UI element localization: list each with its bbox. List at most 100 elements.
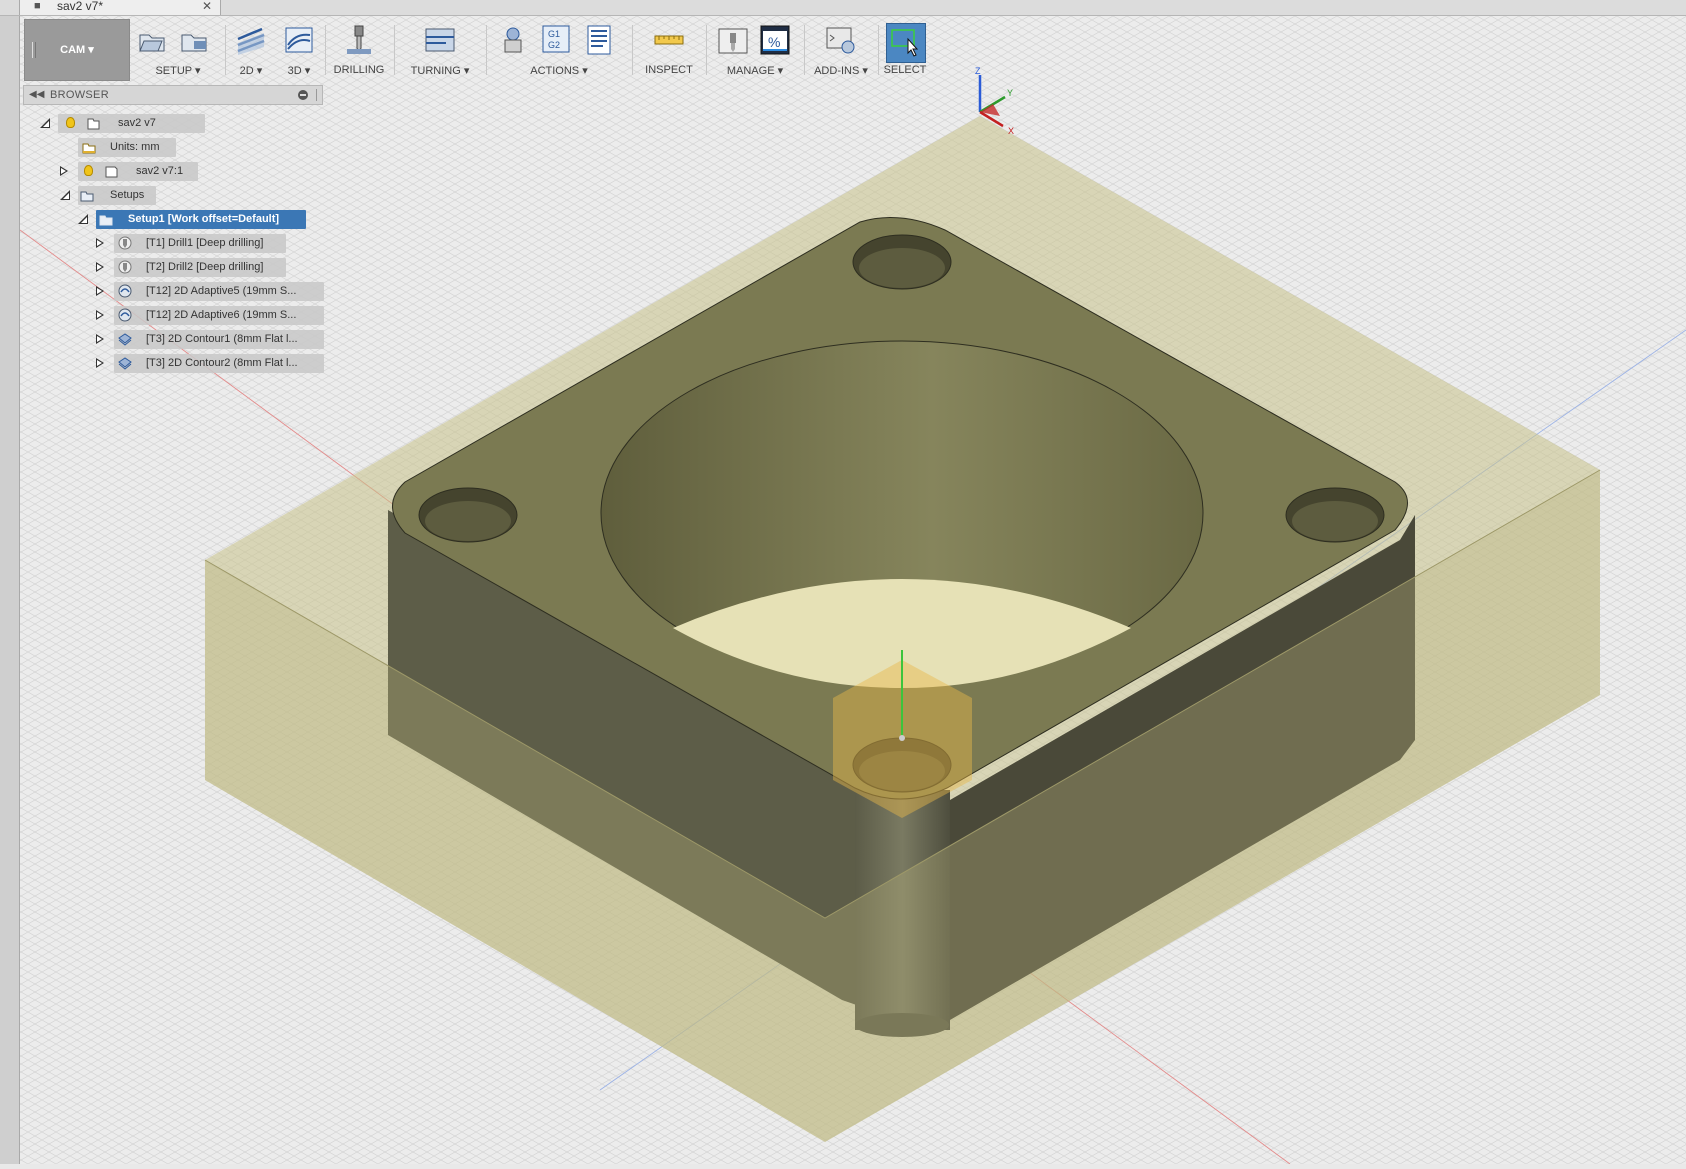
turning-icon xyxy=(425,28,455,52)
setups-label: Setups xyxy=(110,189,145,201)
3d-toolpath-icon xyxy=(285,27,313,53)
actions-menu[interactable]: G1 G2 ACTIONS ▾ xyxy=(490,19,628,81)
expand-triangle-icon[interactable] xyxy=(60,166,68,176)
tree-node-setup1[interactable]: Setup1 [Work offset=Default] xyxy=(76,210,306,229)
document-tab[interactable]: ■ sav2 v7* ✕ xyxy=(19,0,221,15)
minimize-browser-icon[interactable] xyxy=(298,90,308,100)
tree-node-operation[interactable]: [T12] 2D Adaptive5 (19mm S... xyxy=(94,282,324,301)
toolbar-separator xyxy=(804,25,805,75)
setup-sheet-icon[interactable] xyxy=(180,25,210,55)
adaptive-icon xyxy=(118,308,132,322)
workspace-label: CAM xyxy=(60,44,86,56)
3d-viewport[interactable]: Z Y X xyxy=(19,16,1686,1165)
new-setup-icon[interactable] xyxy=(138,25,168,55)
tree-node-root[interactable]: sav2 v7 xyxy=(38,114,238,133)
document-icon: ■ xyxy=(34,0,41,12)
close-icon[interactable]: ✕ xyxy=(202,0,212,12)
units-label: Units: mm xyxy=(110,141,160,153)
3d-menu[interactable]: 3D ▾ xyxy=(277,19,321,81)
cam-toolbar: CAM ▾ SETUP ▾ 2D ▾ 3D ▾ DRILLING TURNING… xyxy=(24,19,926,81)
collapse-triangle-icon[interactable] xyxy=(60,190,70,200)
3d-menu-label: 3D ▾ xyxy=(287,65,311,77)
tree-node-operation[interactable]: [T2] Drill2 [Deep drilling] xyxy=(94,258,294,277)
drilling-button[interactable]: DRILLING xyxy=(329,19,389,81)
2d-menu[interactable]: 2D ▾ xyxy=(229,19,273,81)
manage-menu[interactable]: % MANAGE ▾ xyxy=(710,19,800,81)
expand-triangle-icon[interactable] xyxy=(96,262,104,272)
toolbar-separator xyxy=(394,25,395,75)
units-folder-icon xyxy=(82,143,96,154)
setup-menu-label: SETUP ▾ xyxy=(155,65,201,77)
document-title: sav2 v7* xyxy=(57,0,104,13)
browser-title: BROWSER xyxy=(50,89,109,101)
contour-icon xyxy=(118,357,132,370)
tree-node-component[interactable]: sav2 v7:1 xyxy=(58,162,218,181)
expand-triangle-icon[interactable] xyxy=(96,310,104,320)
contour-icon xyxy=(118,333,132,346)
toolbar-separator xyxy=(632,25,633,75)
workspace-switcher-button[interactable]: CAM ▾ xyxy=(24,19,130,81)
setup-menu[interactable]: SETUP ▾ xyxy=(134,19,222,81)
triad-z-label: Z xyxy=(975,66,981,76)
expand-triangle-icon[interactable] xyxy=(96,286,104,296)
drilling-label: DRILLING xyxy=(333,64,385,76)
toolbar-separator xyxy=(486,25,487,75)
triad-x-label: X xyxy=(1008,126,1014,136)
collapse-triangle-icon[interactable] xyxy=(78,214,88,224)
turning-menu[interactable]: TURNING ▾ xyxy=(398,19,482,81)
model-canvas[interactable]: Z Y X xyxy=(19,16,1686,1165)
gcode-text-1: G1 xyxy=(548,29,560,39)
post-process-icon[interactable]: G1G2 xyxy=(542,25,570,53)
document-component-icon xyxy=(87,118,100,130)
inspect-label: INSPECT xyxy=(645,64,693,76)
add-ins-menu[interactable]: ADD-INS ▾ xyxy=(808,19,874,81)
operation-label: [T2] Drill2 [Deep drilling] xyxy=(146,261,264,273)
setup1-label: Setup1 [Work offset=Default] xyxy=(128,213,280,225)
collapse-browser-icon[interactable]: ◀◀ xyxy=(29,86,44,104)
browser-resize-grip[interactable] xyxy=(316,89,319,101)
expand-triangle-icon[interactable] xyxy=(96,238,104,248)
browser-header[interactable]: ◀◀ BROWSER xyxy=(23,85,323,105)
setup-sheet-doc-icon[interactable] xyxy=(584,25,614,55)
operation-label: [T12] 2D Adaptive5 (19mm S... xyxy=(146,285,297,297)
operation-label: [T3] 2D Contour2 (8mm Flat l... xyxy=(146,357,298,369)
drill-icon xyxy=(118,260,132,274)
toolbar-separator xyxy=(878,25,879,75)
tree-node-operation[interactable]: [T3] 2D Contour1 (8mm Flat l... xyxy=(94,330,324,349)
corner-hole-right-inner xyxy=(1292,501,1378,541)
gcode-text-2: G2 xyxy=(548,40,560,50)
template-library-icon[interactable]: % xyxy=(760,25,790,55)
simulate-icon[interactable] xyxy=(498,25,528,55)
toolbar-separator xyxy=(706,25,707,75)
operation-label: [T12] 2D Adaptive6 (19mm S... xyxy=(146,309,297,321)
tree-node-units[interactable]: Units: mm xyxy=(78,138,178,157)
tree-node-operation[interactable]: [T12] 2D Adaptive6 (19mm S... xyxy=(94,306,324,325)
actions-menu-label: ACTIONS ▾ xyxy=(530,65,588,77)
tree-node-operation[interactable]: [T1] Drill1 [Deep drilling] xyxy=(94,234,294,253)
percent-text: % xyxy=(768,34,780,50)
corner-hole-left-inner xyxy=(425,501,511,541)
visibility-bulb-icon[interactable] xyxy=(66,117,75,128)
adaptive-icon xyxy=(118,284,132,298)
expand-triangle-icon[interactable] xyxy=(96,358,104,368)
tool-library-icon[interactable] xyxy=(718,25,748,55)
drill-icon xyxy=(118,236,132,250)
scripts-icon xyxy=(826,27,855,54)
document-tab-bar: ■ sav2 v7* ✕ xyxy=(0,0,1686,16)
drill-icon xyxy=(347,25,371,55)
expand-triangle-icon[interactable] xyxy=(96,334,104,344)
collapse-triangle-icon[interactable] xyxy=(40,118,50,128)
tree-node-setups[interactable]: Setups xyxy=(58,186,178,205)
select-cursor-icon xyxy=(891,29,919,57)
root-label: sav2 v7 xyxy=(118,117,156,129)
tree-node-operation[interactable]: [T3] 2D Contour2 (8mm Flat l... xyxy=(94,354,324,373)
inspect-button[interactable]: INSPECT xyxy=(636,19,702,81)
toolbar-grip xyxy=(32,42,36,58)
select-label: SELECT xyxy=(883,64,927,76)
visibility-bulb-icon[interactable] xyxy=(84,165,93,176)
triad-y-label: Y xyxy=(1007,88,1013,98)
2d-toolpath-icon xyxy=(237,27,265,55)
select-button[interactable]: SELECT xyxy=(882,19,928,81)
left-window-edge xyxy=(0,0,20,1164)
setups-folder-icon xyxy=(80,191,94,202)
